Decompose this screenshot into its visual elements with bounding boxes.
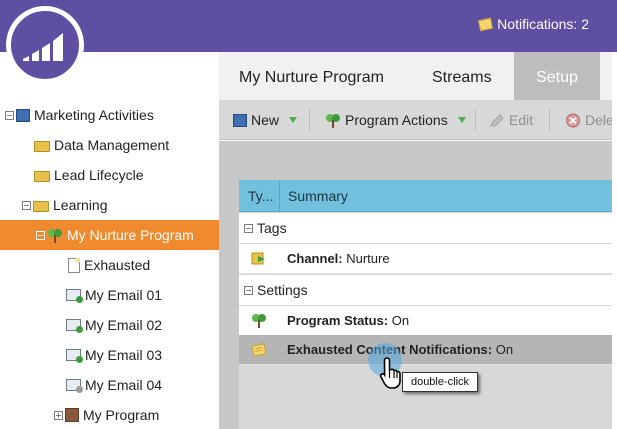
toolbar-divider bbox=[549, 109, 550, 131]
tab-my-nurture-program[interactable]: My Nurture Program bbox=[239, 52, 384, 100]
tree-item-marketing-activities[interactable]: − Marketing Activities bbox=[5, 100, 154, 130]
grid-row-program-status[interactable]: Program Status: On bbox=[239, 306, 617, 336]
tree-item-label: My Email 01 bbox=[85, 287, 163, 303]
logo-bars-icon bbox=[23, 33, 63, 61]
email-icon bbox=[66, 349, 83, 363]
pencil-icon bbox=[489, 113, 505, 127]
program-icon bbox=[65, 408, 79, 422]
channel-tag-icon bbox=[251, 251, 267, 267]
row-value: Nurture bbox=[342, 251, 390, 266]
tree-item-my-nurture-program[interactable]: − My Nurture Program bbox=[0, 220, 219, 250]
tree-item-my-email-02[interactable]: My Email 02 bbox=[66, 310, 162, 340]
tree-item-label: My Email 04 bbox=[85, 377, 163, 393]
tree-item-my-email-04[interactable]: My Email 04 bbox=[66, 370, 162, 400]
grid-row-channel[interactable]: Channel: Nurture bbox=[239, 244, 617, 274]
top-header-bar: Notifications: 2 bbox=[0, 0, 617, 52]
collapse-icon[interactable]: − bbox=[244, 285, 253, 295]
tab-bar: My Nurture Program Streams Setup bbox=[219, 52, 617, 100]
notifications-link[interactable]: Notifications: 2 bbox=[478, 16, 589, 32]
group-label: Tags bbox=[257, 220, 287, 236]
edit-label: Edit bbox=[509, 112, 534, 128]
expand-icon[interactable]: + bbox=[54, 410, 63, 420]
marketing-activities-tree: − Marketing Activities Data Management L… bbox=[0, 100, 219, 429]
program-actions-icon bbox=[325, 113, 341, 128]
tree-item-my-email-03[interactable]: My Email 03 bbox=[66, 340, 162, 370]
tree-item-learning[interactable]: − Learning bbox=[22, 190, 108, 220]
row-key: Program Status: bbox=[287, 313, 389, 328]
program-actions-label: Program Actions bbox=[345, 112, 448, 128]
tab-setup[interactable]: Setup bbox=[514, 52, 600, 100]
tree-item-label: Marketing Activities bbox=[34, 107, 154, 123]
tree-item-lead-lifecycle[interactable]: Lead Lifecycle bbox=[34, 160, 144, 190]
marketing-activities-icon bbox=[16, 108, 30, 122]
toolbar-divider bbox=[475, 109, 476, 131]
collapse-icon[interactable]: − bbox=[5, 110, 14, 120]
tree-item-label: Data Management bbox=[54, 137, 170, 153]
marketo-logo-icon[interactable] bbox=[6, 6, 84, 84]
toolbar: New Program Actions Edit Delete bbox=[219, 100, 617, 140]
new-book-icon bbox=[233, 113, 247, 127]
tree-item-label: My Email 02 bbox=[85, 317, 163, 333]
program-status-icon bbox=[251, 313, 267, 329]
double-click-tooltip: double-click bbox=[402, 372, 478, 392]
tree-item-label: Learning bbox=[53, 197, 108, 213]
grid-header: Ty... Summary bbox=[239, 180, 617, 212]
email-icon bbox=[66, 319, 83, 333]
program-actions-button[interactable]: Program Actions bbox=[325, 100, 466, 140]
email-icon bbox=[66, 379, 83, 393]
row-summary: Program Status: On bbox=[287, 306, 409, 336]
tree-item-exhausted[interactable]: Exhausted bbox=[68, 250, 150, 280]
tree-item-my-email-01[interactable]: My Email 01 bbox=[66, 280, 162, 310]
email-icon bbox=[66, 289, 83, 303]
column-type[interactable]: Ty... bbox=[248, 180, 273, 212]
notification-note-icon bbox=[478, 17, 494, 31]
dropdown-arrow-icon bbox=[457, 117, 466, 123]
tree-item-label: My Email 03 bbox=[85, 347, 163, 363]
collapse-icon[interactable]: − bbox=[244, 223, 253, 233]
folder-icon bbox=[34, 170, 50, 182]
document-icon bbox=[68, 257, 80, 273]
grid-row-exhausted-content-notifications[interactable]: Exhausted Content Notifications: On bbox=[239, 335, 617, 365]
tree-item-my-program[interactable]: + My Program bbox=[54, 400, 159, 429]
toolbar-divider bbox=[309, 109, 310, 131]
tree-item-label: My Program bbox=[83, 407, 160, 423]
delete-icon bbox=[565, 113, 581, 128]
folder-icon bbox=[33, 200, 49, 212]
folder-icon bbox=[34, 140, 50, 152]
row-key: Channel: bbox=[287, 251, 343, 266]
column-summary[interactable]: Summary bbox=[288, 180, 348, 212]
tree-item-data-management[interactable]: Data Management bbox=[34, 130, 169, 160]
collapse-icon[interactable]: − bbox=[36, 230, 45, 240]
new-button[interactable]: New bbox=[233, 100, 298, 140]
right-edge bbox=[612, 52, 617, 429]
group-label: Settings bbox=[257, 282, 308, 298]
tree-item-label: My Nurture Program bbox=[67, 227, 194, 243]
group-row-settings[interactable]: − Settings bbox=[239, 275, 617, 305]
nurture-program-icon bbox=[47, 228, 63, 243]
collapse-icon[interactable]: − bbox=[22, 200, 31, 210]
dropdown-arrow-icon bbox=[289, 117, 298, 123]
row-value: On bbox=[388, 313, 410, 328]
row-value: On bbox=[492, 342, 514, 357]
group-row-tags[interactable]: − Tags bbox=[239, 213, 617, 243]
delete-button[interactable]: Delete bbox=[565, 100, 617, 140]
row-summary: Channel: Nurture bbox=[287, 244, 390, 274]
notifications-label: Notifications: 2 bbox=[497, 16, 589, 32]
new-button-label: New bbox=[251, 112, 280, 128]
tree-item-label: Exhausted bbox=[84, 257, 151, 273]
notification-icon bbox=[251, 342, 267, 358]
tree-item-label: Lead Lifecycle bbox=[54, 167, 144, 183]
column-divider bbox=[279, 180, 280, 212]
edit-button[interactable]: Edit bbox=[489, 100, 533, 140]
tab-streams[interactable]: Streams bbox=[432, 52, 492, 100]
